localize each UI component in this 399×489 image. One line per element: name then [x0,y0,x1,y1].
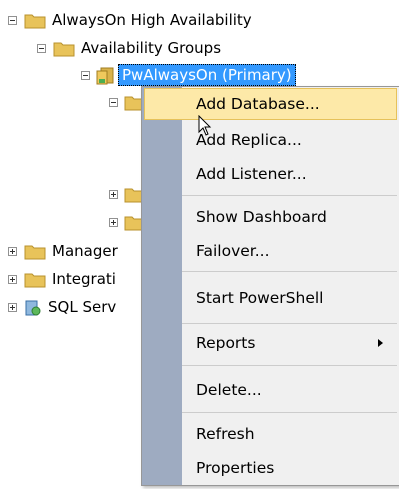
tree-node-integration[interactable]: Integrati [8,268,116,290]
tree-node-label: SQL Serv [48,298,117,316]
tree-node-availability-groups[interactable]: Availability Groups [37,37,221,59]
menu-item-refresh[interactable]: Refresh [144,418,397,450]
menu-item-add-replica[interactable]: Add Replica... [144,124,397,156]
tree-node-sql-server-agent[interactable]: SQL Serv [8,296,116,318]
expand-icon[interactable] [8,302,17,312]
expand-icon[interactable] [8,274,17,284]
mouse-cursor-icon [198,114,212,141]
folder-icon [24,243,46,260]
tree-node-availability-group[interactable]: PwAlwaysOn (Primary) [81,64,296,86]
menu-item-properties[interactable]: Properties [144,452,397,484]
menu-item-delete[interactable]: Delete... [144,374,397,406]
menu-item-label: Start PowerShell [196,289,324,307]
menu-separator [182,195,397,196]
menu-separator [182,271,397,272]
tree-node-management[interactable]: Manager [8,240,118,262]
tree-node-label: AlwaysOn High Availability [52,11,252,29]
expand-icon[interactable] [8,246,17,256]
menu-item-add-database[interactable]: Add Database... [144,88,397,120]
collapse-icon[interactable] [8,15,17,25]
menu-item-label: Properties [196,459,275,477]
menu-separator [182,412,397,413]
menu-item-show-dashboard[interactable]: Show Dashboard [144,201,397,233]
context-menu: Add Database... Add Replica... Add Liste… [141,86,399,486]
tree-node-label: Integrati [52,270,116,288]
tree-node-label-selected: PwAlwaysOn (Primary) [118,64,296,86]
collapse-icon[interactable] [109,97,118,107]
availability-group-icon [96,67,114,84]
menu-item-add-listener[interactable]: Add Listener... [144,158,397,190]
sql-agent-icon [24,299,42,316]
menu-item-label: Show Dashboard [196,208,327,226]
menu-item-label: Refresh [196,425,255,443]
folder-icon [24,12,46,29]
menu-item-label: Failover... [196,242,270,260]
collapse-icon[interactable] [81,70,90,80]
menu-separator [182,323,397,324]
menu-item-label: Reports [196,334,256,352]
folder-icon [24,271,46,288]
menu-separator [182,365,397,366]
tree-node-label: Manager [52,242,118,260]
menu-item-start-powershell[interactable]: Start PowerShell [144,282,397,314]
submenu-arrow-icon [378,339,383,347]
menu-item-label: Delete... [196,381,262,399]
menu-item-label: Add Listener... [196,165,307,183]
menu-item-label: Add Database... [196,95,320,113]
expand-icon[interactable] [109,217,118,227]
collapse-icon[interactable] [37,43,46,53]
menu-item-reports[interactable]: Reports [144,327,397,359]
tree-node-alwayson[interactable]: AlwaysOn High Availability [8,9,252,31]
tree-node-label: Availability Groups [81,39,222,57]
folder-icon [53,40,75,57]
expand-icon[interactable] [109,189,118,199]
menu-item-failover[interactable]: Failover... [144,235,397,267]
